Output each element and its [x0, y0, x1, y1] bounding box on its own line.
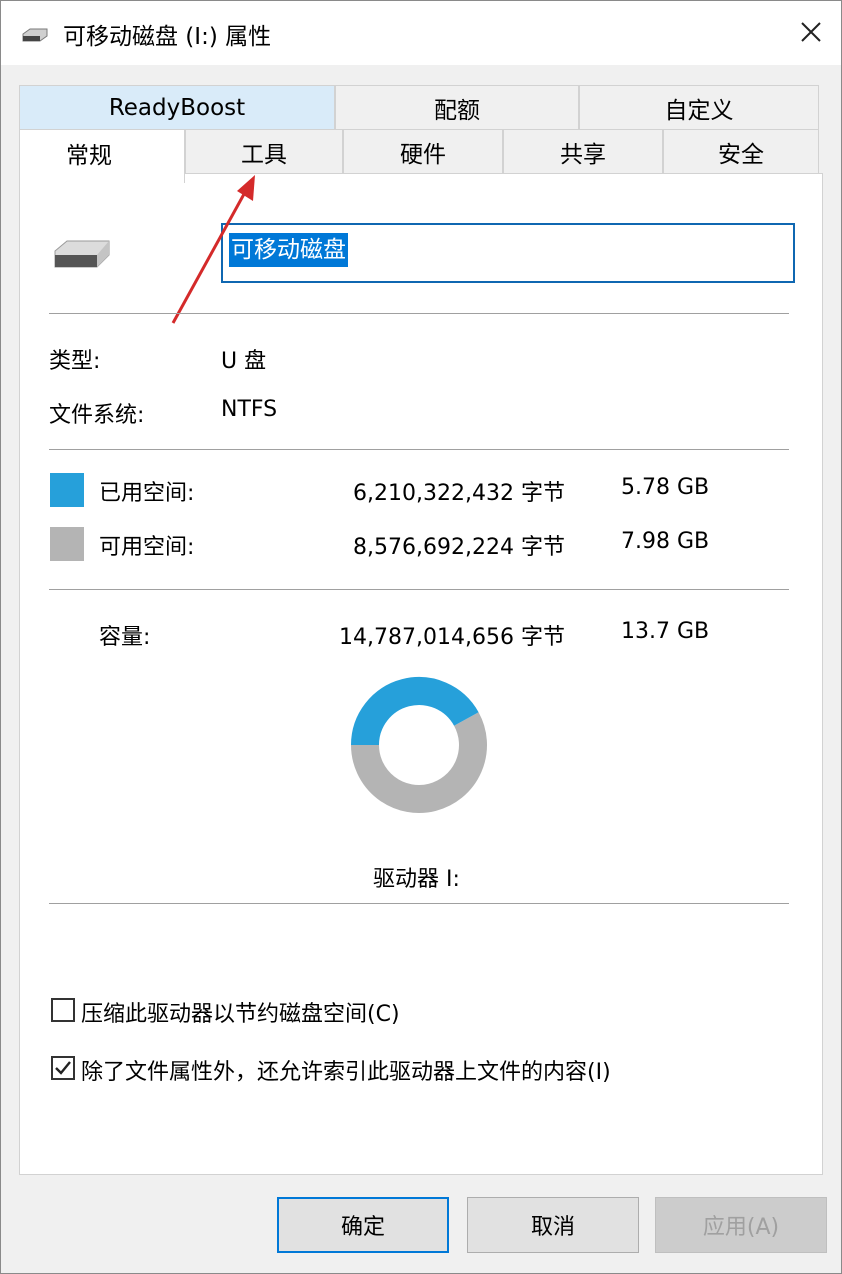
usage-donut-chart	[351, 677, 487, 813]
tab-sharing[interactable]: 共享	[503, 129, 663, 173]
tab-tools[interactable]: 工具	[185, 129, 343, 173]
tab-security[interactable]: 安全	[663, 129, 819, 173]
index-checkbox[interactable]	[51, 1056, 75, 1080]
free-space-bytes: 8,576,692,224 字节	[353, 535, 565, 560]
close-icon	[801, 22, 821, 42]
compress-checkbox[interactable]	[51, 998, 75, 1022]
tab-label: ReadyBoost	[108, 94, 246, 121]
free-space-swatch	[50, 527, 84, 561]
title-bar: 可移动磁盘 (I:) 属性	[1, 1, 841, 65]
separator	[49, 449, 789, 450]
tab-label: 自定义	[664, 97, 734, 124]
ok-button[interactable]: 确定	[277, 1197, 449, 1253]
tab-customize[interactable]: 自定义	[579, 85, 819, 129]
used-space-swatch	[50, 473, 84, 507]
tab-readyboost[interactable]: ReadyBoost	[19, 85, 335, 129]
filesystem-label: 文件系统:	[49, 403, 145, 428]
annotation-arrow-icon	[171, 175, 255, 324]
window-title: 可移动磁盘 (I:) 属性	[63, 24, 272, 50]
tab-hardware[interactable]: 硬件	[343, 129, 503, 173]
drive-icon	[22, 28, 48, 42]
compress-label: 压缩此驱动器以节约磁盘空间(C)	[81, 1002, 400, 1027]
tab-label: 硬件	[400, 141, 446, 168]
separator	[49, 903, 789, 904]
free-space-label: 可用空间:	[99, 535, 195, 560]
tab-label: 共享	[560, 141, 606, 168]
apply-button[interactable]: 应用(A)	[655, 1197, 827, 1253]
cancel-button[interactable]: 取消	[467, 1197, 639, 1253]
filesystem-value: NTFS	[221, 397, 278, 422]
index-label: 除了文件属性外，还允许索引此驱动器上文件的内容(I)	[81, 1060, 611, 1085]
used-space-label: 已用空间:	[99, 481, 195, 506]
used-space-size: 5.78 GB	[621, 475, 710, 500]
usb-drive-icon	[54, 240, 110, 268]
capacity-bytes: 14,787,014,656 字节	[339, 625, 565, 650]
drive-letter-label: 驱动器 I:	[373, 867, 460, 892]
type-value: U 盘	[221, 349, 267, 374]
capacity-size: 13.7 GB	[621, 619, 710, 644]
used-space-bytes: 6,210,322,432 字节	[353, 481, 565, 506]
checkmark-icon	[55, 1061, 71, 1075]
tab-general[interactable]: 常规	[19, 129, 185, 183]
properties-window: 可移动磁盘 (I:) 属性 ReadyBoost 配额 自定义 常规 工具 硬件…	[0, 0, 842, 1274]
tab-label: 安全	[718, 141, 764, 168]
donut-used-segment	[351, 677, 479, 746]
tab-label: 配额	[434, 97, 480, 124]
free-space-size: 7.98 GB	[621, 529, 710, 554]
close-button[interactable]	[781, 1, 841, 63]
separator	[49, 313, 789, 314]
tab-quota[interactable]: 配额	[335, 85, 579, 129]
separator	[49, 589, 789, 590]
type-label: 类型:	[49, 349, 101, 374]
tab-label: 常规	[66, 142, 112, 169]
capacity-label: 容量:	[99, 625, 151, 650]
tab-label: 工具	[241, 141, 287, 168]
drive-name-input[interactable]: 可移动磁盘	[221, 223, 795, 283]
